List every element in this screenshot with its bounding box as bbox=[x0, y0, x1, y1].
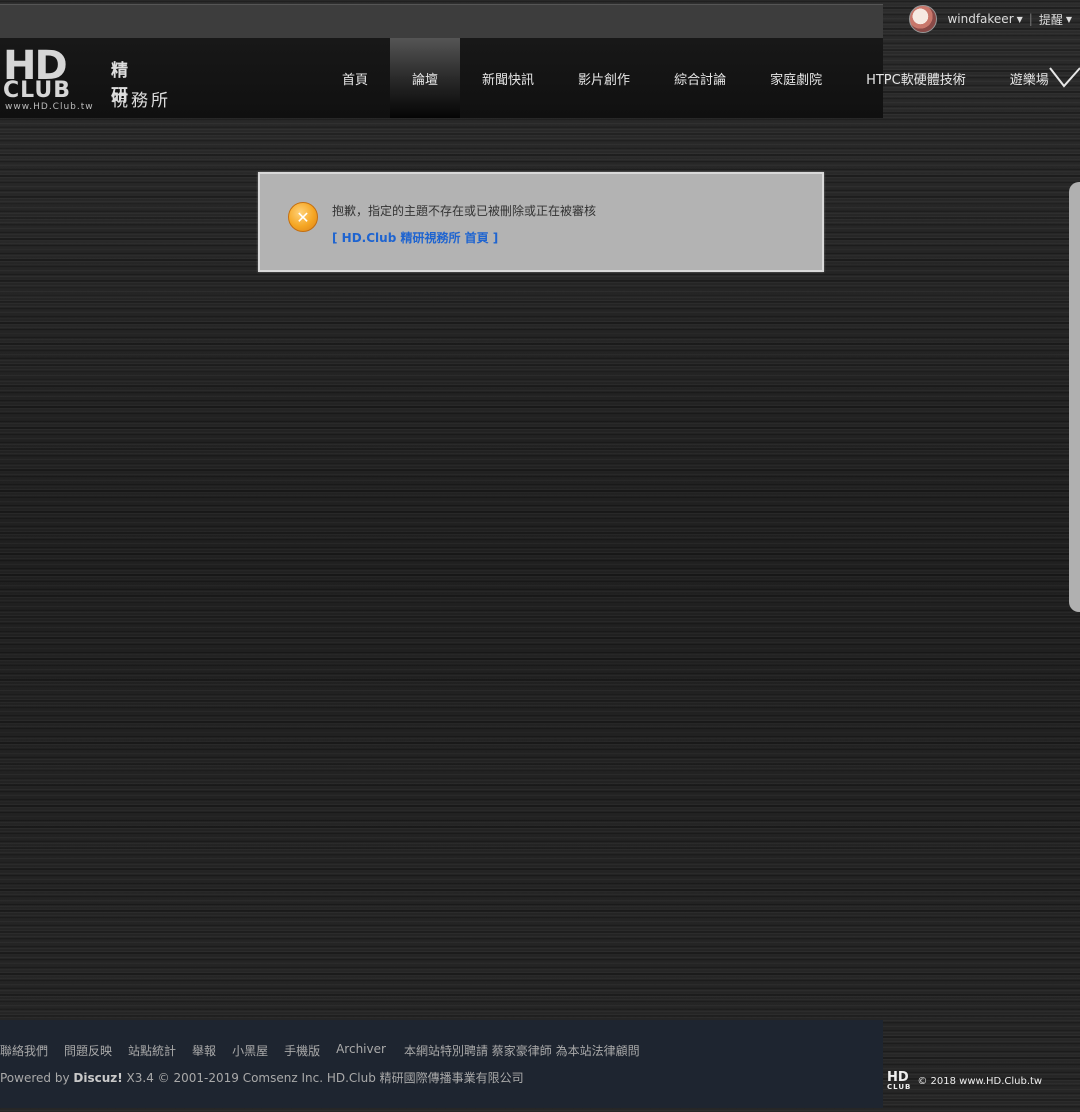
error-icon: ✕ bbox=[288, 202, 318, 232]
footer-logo-bottom: CLUB bbox=[887, 1083, 912, 1091]
powered-rest: X3.4 © 2001-2019 Comsenz Inc. HD.Club 精研… bbox=[122, 1071, 524, 1085]
username-menu[interactable]: windfakeer ▼ bbox=[947, 12, 1022, 26]
nav-item-home[interactable]: 首頁 bbox=[320, 38, 390, 118]
top-strip bbox=[0, 4, 883, 39]
footer-link-contact[interactable]: 聯絡我們 bbox=[0, 1042, 48, 1059]
footer-link-feedback[interactable]: 問題反映 bbox=[64, 1042, 112, 1059]
user-bar: windfakeer ▼ | 提醒 ▼ bbox=[875, 0, 1080, 38]
nav-item-general[interactable]: 綜合討論 bbox=[652, 38, 748, 118]
user-avatar[interactable] bbox=[909, 5, 938, 33]
footer-link-stats[interactable]: 站點統計 bbox=[128, 1042, 176, 1059]
footer-logo: HD CLUB bbox=[887, 1071, 912, 1091]
error-message-text: 抱歉，指定的主題不存在或已被刪除或正在被審核 bbox=[332, 204, 597, 218]
footer-links: 聯絡我們 問題反映 站點統計 舉報 小黑屋 手機版 Archiver 本網站特別… bbox=[0, 1042, 640, 1059]
main-nav: 首頁 論壇 新聞快訊 影片創作 綜合討論 家庭劇院 HTPC軟硬體技術 遊樂場 bbox=[320, 38, 1071, 118]
footer-link-blacklist[interactable]: 小黑屋 bbox=[232, 1042, 268, 1059]
home-link[interactable]: [ HD.Club 精研視務所 首頁 ] bbox=[332, 229, 498, 246]
footer-link-report[interactable]: 舉報 bbox=[192, 1042, 216, 1059]
nav-item-home-theater[interactable]: 家庭劇院 bbox=[748, 38, 844, 118]
site-footer: 聯絡我們 問題反映 站點統計 舉報 小黑屋 手機版 Archiver 本網站特別… bbox=[0, 1020, 883, 1108]
footer-legal-text: 本網站特別聘請 蔡家豪律師 為本站法律顧問 bbox=[403, 1044, 640, 1058]
logo-club-text: CLUB bbox=[3, 78, 72, 103]
footer-link-mobile[interactable]: 手機版 bbox=[284, 1042, 320, 1059]
logo-url-text: www.HD.Club.tw bbox=[5, 102, 94, 112]
copyright-text: © 2018 www.HD.Club.tw bbox=[917, 1076, 1043, 1087]
error-message-box: ✕ 抱歉，指定的主題不存在或已被刪除或正在被審核 [ HD.Club 精研視務所… bbox=[258, 172, 824, 272]
nav-item-htpc[interactable]: HTPC軟硬體技術 bbox=[844, 38, 988, 118]
chevron-down-icon[interactable] bbox=[1048, 62, 1080, 92]
nav-item-forum[interactable]: 論壇 bbox=[390, 38, 461, 118]
caret-down-icon: ▼ bbox=[1065, 14, 1072, 24]
copyright-block: HD CLUB © 2018 www.HD.Club.tw bbox=[887, 1071, 1043, 1091]
nav-item-news[interactable]: 新聞快訊 bbox=[460, 38, 556, 118]
nav-item-video[interactable]: 影片創作 bbox=[556, 38, 652, 118]
side-panel-handle[interactable] bbox=[1069, 182, 1080, 612]
site-logo[interactable]: HD CLUB www.HD.Club.tw 精研 視務所 bbox=[3, 46, 178, 114]
alerts-label: 提醒 bbox=[1038, 12, 1063, 27]
logo-cn-line2: 視務所 bbox=[111, 91, 171, 111]
discuz-link[interactable]: Discuz! bbox=[73, 1071, 122, 1085]
caret-down-icon: ▼ bbox=[1016, 14, 1023, 24]
powered-by-text: Powered by Discuz! X3.4 © 2001-2019 Coms… bbox=[0, 1069, 524, 1086]
divider: | bbox=[1028, 12, 1033, 26]
footer-link-archiver[interactable]: Archiver bbox=[336, 1042, 386, 1059]
username-label: windfakeer bbox=[947, 12, 1014, 26]
powered-prefix: Powered by bbox=[0, 1071, 74, 1085]
alerts-menu[interactable]: 提醒 ▼ bbox=[1039, 11, 1072, 28]
